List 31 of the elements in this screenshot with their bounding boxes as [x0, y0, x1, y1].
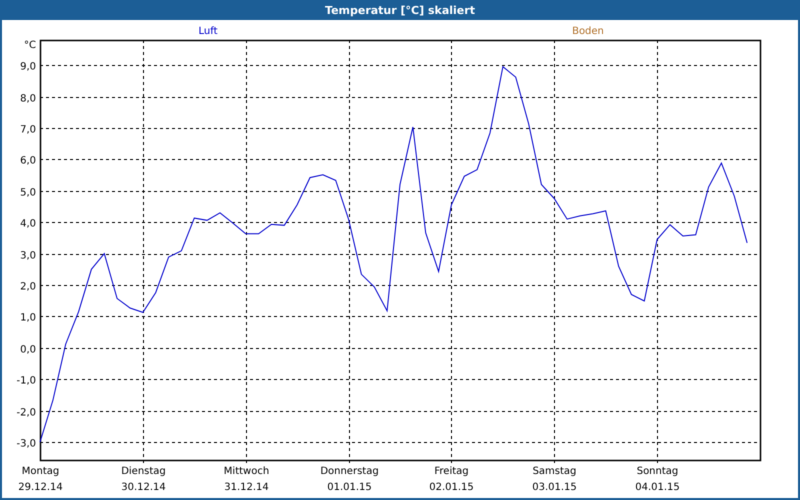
date-label: 03.01.15 [532, 482, 577, 493]
y-tick-label: 5,0 [20, 188, 36, 198]
y-tick-label: 8,0 [20, 94, 36, 104]
y-tick-label: -3,0 [16, 438, 36, 450]
x-tick-label: Dienstag [121, 466, 166, 477]
date-label: 02.01.15 [429, 482, 474, 493]
x-tick-label: Freitag [434, 466, 469, 477]
y-tick-label: 3,0 [20, 250, 36, 262]
x-tick-label: Mittwoch [224, 466, 270, 477]
x-tick-label: Donnerstag [320, 466, 379, 477]
y-axis-unit: °C [24, 40, 36, 51]
y-tick-label: 6,0 [20, 156, 36, 166]
y-tick-label: -2,0 [16, 408, 36, 418]
y-tick-label: 9,0 [20, 62, 36, 72]
y-tick-label: 0,0 [20, 344, 36, 356]
date-label: 29.12.14 [18, 482, 63, 493]
y-tick-label: 7,0 [20, 124, 36, 136]
y-tick-label: 2,0 [20, 282, 36, 292]
date-label: 30.12.14 [121, 482, 166, 493]
date-label: 31.12.14 [224, 482, 269, 493]
x-tick-label: Sonntag [636, 466, 678, 477]
y-tick-label: 4,0 [20, 218, 36, 230]
y-tick-label: 1,0 [20, 312, 36, 324]
window-title: Temperatur [°C] skaliert [325, 4, 475, 16]
date-label: 04.01.15 [635, 482, 680, 493]
date-label: 01.01.15 [327, 482, 372, 493]
x-tick-label: Samstag [532, 466, 576, 477]
y-tick-label: -1,0 [16, 376, 36, 386]
legend-label: Luft [198, 26, 218, 37]
x-tick-label: Montag [22, 466, 60, 477]
legend-label: Boden [572, 26, 604, 37]
